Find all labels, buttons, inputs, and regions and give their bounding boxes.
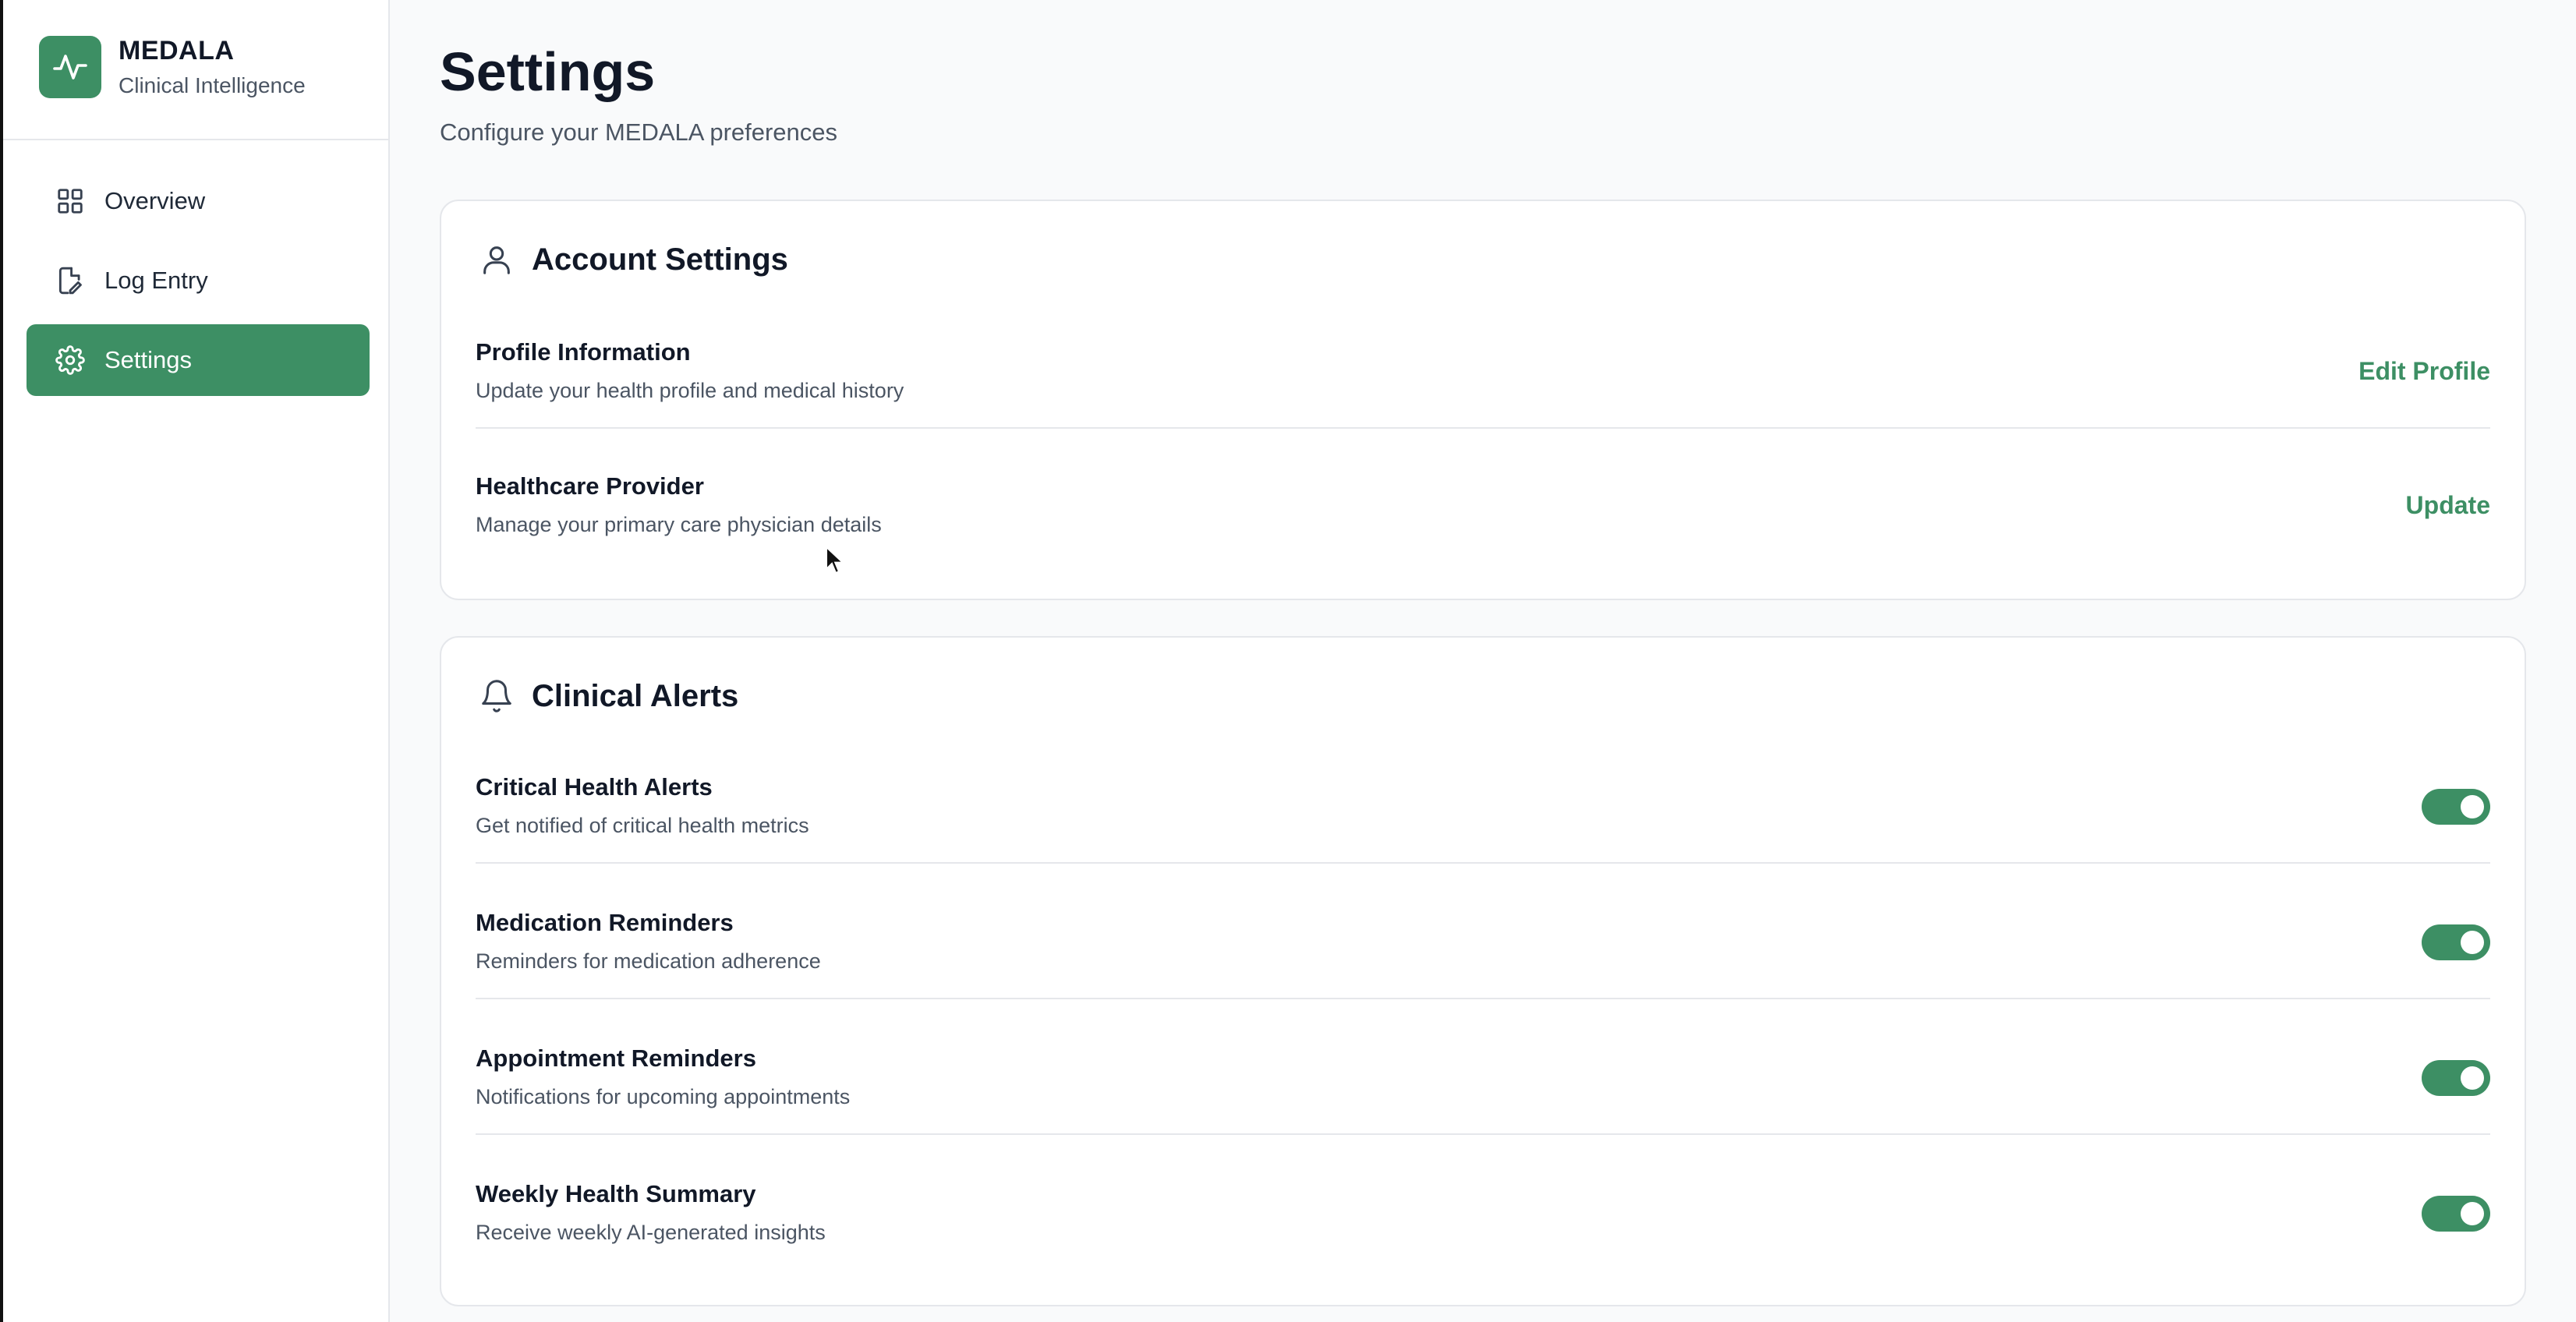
row-title: Weekly Health Summary (476, 1180, 756, 1207)
toggle-knob (2461, 1066, 2484, 1090)
user-icon (477, 240, 516, 279)
account-settings-header: Account Settings (477, 240, 788, 279)
settings-row-healthcare-provider: Healthcare Provider Manage your primary … (476, 451, 2490, 567)
brand-header: MEDALA Clinical Intelligence (3, 0, 388, 140)
critical-health-alerts-toggle[interactable] (2422, 789, 2490, 825)
sidebar-nav: Overview Log Entry Settings (27, 165, 370, 404)
sidebar-item-label: Settings (104, 346, 193, 373)
brand-subtitle: Clinical Intelligence (119, 73, 306, 97)
row-title: Healthcare Provider (476, 472, 704, 500)
alert-row-weekly-summary: Weekly Health Summary Receive weekly AI-… (476, 1155, 2490, 1271)
sidebar: MEDALA Clinical Intelligence Overview Lo… (3, 0, 390, 1322)
sidebar-item-log-entry[interactable]: Log Entry (27, 245, 370, 316)
toggle-knob (2461, 931, 2484, 954)
row-description: Reminders for medication adherence (476, 949, 821, 973)
gear-icon (55, 345, 86, 376)
card-title: Clinical Alerts (532, 678, 739, 713)
card-title: Account Settings (532, 242, 788, 277)
mouse-cursor-icon (826, 546, 845, 574)
sidebar-item-settings[interactable]: Settings (27, 324, 370, 396)
bell-icon (477, 677, 516, 716)
update-provider-button[interactable]: Update (2406, 491, 2490, 520)
page-subtitle: Configure your MEDALA preferences (440, 118, 838, 146)
row-title: Profile Information (476, 338, 691, 366)
clinical-alerts-header: Clinical Alerts (477, 677, 738, 716)
row-title: Medication Reminders (476, 909, 734, 936)
page-title: Settings (440, 41, 656, 102)
brand-name: MEDALA (119, 36, 235, 65)
row-title: Appointment Reminders (476, 1045, 756, 1072)
row-description: Manage your primary care physician detai… (476, 513, 882, 536)
row-description: Get notified of critical health metrics (476, 814, 809, 837)
weekly-health-summary-toggle[interactable] (2422, 1196, 2490, 1232)
sidebar-item-label: Overview (104, 187, 206, 214)
sidebar-item-overview[interactable]: Overview (27, 165, 370, 237)
file-edit-icon (55, 265, 86, 296)
activity-pulse-icon (39, 36, 101, 98)
row-description: Update your health profile and medical h… (476, 379, 904, 402)
row-description: Notifications for upcoming appointments (476, 1085, 851, 1108)
appointment-reminders-toggle[interactable] (2422, 1060, 2490, 1096)
grid-icon (55, 186, 86, 217)
row-title: Critical Health Alerts (476, 773, 713, 801)
main-content: Settings Configure your MEDALA preferenc… (390, 0, 2576, 1322)
toggle-knob (2461, 1202, 2484, 1225)
row-description: Receive weekly AI-generated insights (476, 1221, 826, 1244)
alert-row-critical-health: Critical Health Alerts Get notified of c… (476, 748, 2490, 864)
edit-profile-button[interactable]: Edit Profile (2358, 357, 2490, 386)
settings-row-profile-information: Profile Information Update your health p… (476, 315, 2490, 429)
toggle-knob (2461, 795, 2484, 818)
medication-reminders-toggle[interactable] (2422, 924, 2490, 960)
alert-row-medication: Medication Reminders Reminders for medic… (476, 884, 2490, 999)
alert-row-appointment: Appointment Reminders Notifications for … (476, 1020, 2490, 1135)
sidebar-item-label: Log Entry (104, 267, 208, 294)
